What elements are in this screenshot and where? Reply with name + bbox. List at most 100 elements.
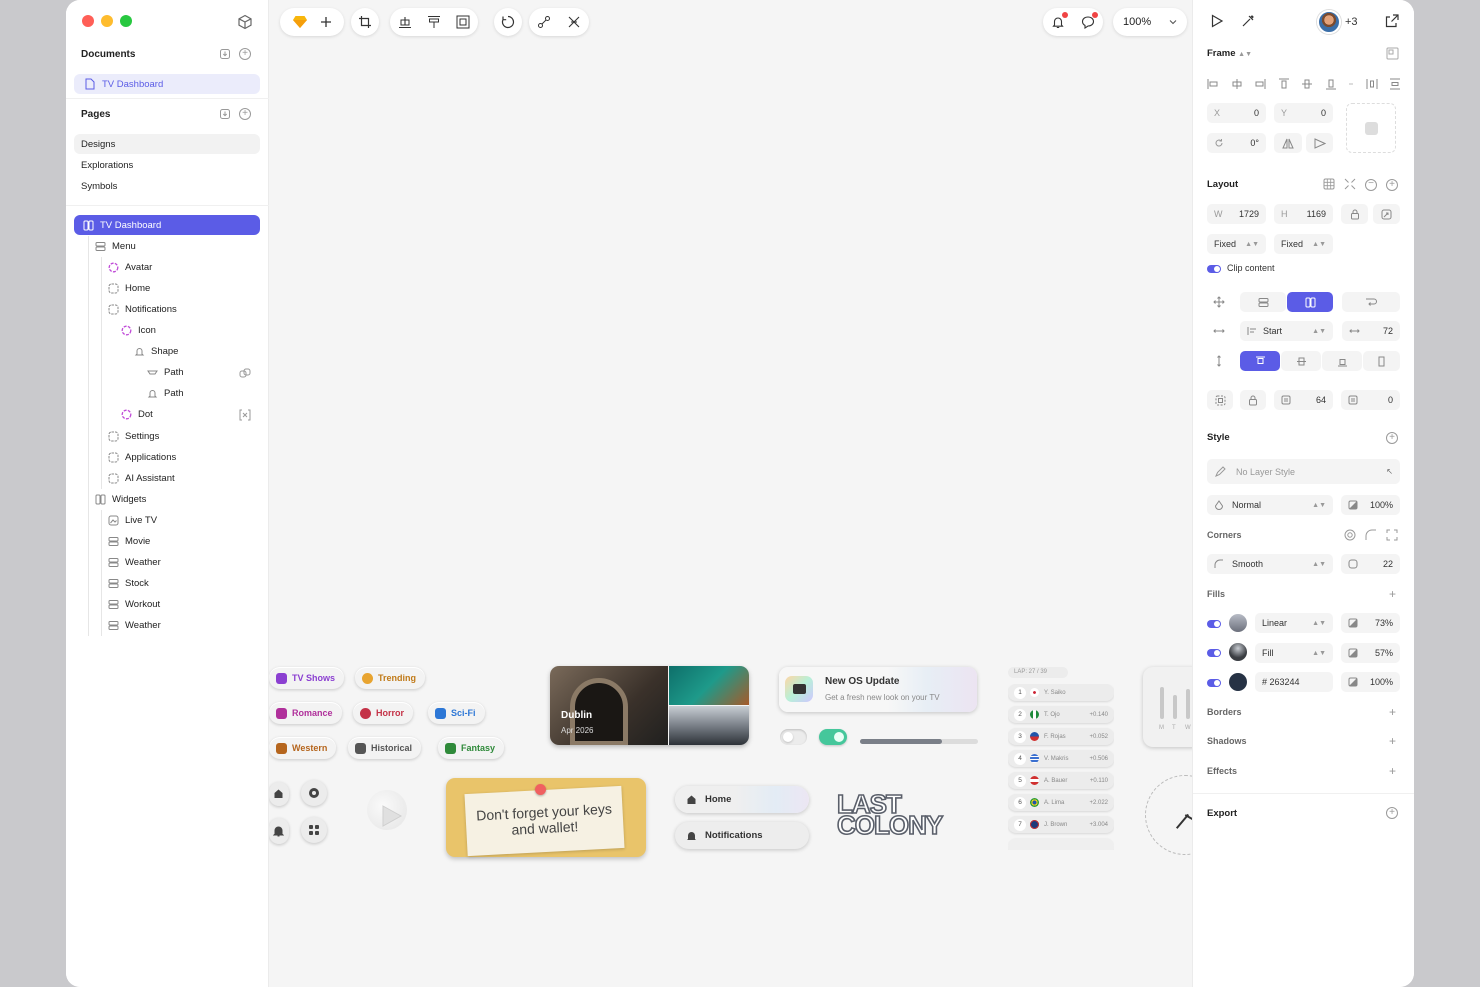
- chip-horror[interactable]: Horror: [353, 702, 414, 724]
- align-bottom-button[interactable]: [1322, 351, 1362, 371]
- layer-avatar[interactable]: Avatar: [107, 257, 152, 277]
- chip-western[interactable]: Western: [269, 737, 337, 759]
- menu-pill-home[interactable]: Home: [675, 786, 809, 813]
- import-icon[interactable]: [218, 107, 232, 121]
- add-style-button[interactable]: +: [1386, 432, 1398, 444]
- add-document-button[interactable]: +: [239, 48, 251, 60]
- avatar[interactable]: [1317, 10, 1341, 34]
- layer-notifications[interactable]: Notifications: [107, 299, 177, 319]
- fill-swatch[interactable]: [1229, 643, 1247, 661]
- direction-horizontal-button[interactable]: [1287, 292, 1333, 312]
- fill-toggle[interactable]: [1207, 679, 1221, 687]
- independent-corners-icon[interactable]: [1386, 529, 1398, 541]
- chip-historical[interactable]: Historical: [348, 737, 422, 759]
- layer-weather[interactable]: Weather: [107, 615, 161, 635]
- add-page-button[interactable]: +: [239, 108, 251, 120]
- add-layout-button[interactable]: +: [1386, 179, 1398, 191]
- stretch-button[interactable]: [1363, 351, 1400, 371]
- align-middle-icon[interactable]: [1301, 77, 1313, 91]
- align-center-h-icon[interactable]: [1231, 77, 1243, 91]
- layer-icon[interactable]: Icon: [120, 320, 156, 340]
- direction-vertical-button[interactable]: [1240, 292, 1286, 312]
- minimize-window-button[interactable]: [101, 15, 113, 27]
- layer-dot[interactable]: Dot: [120, 404, 153, 424]
- chip-tv-shows[interactable]: TV Shows: [269, 667, 345, 689]
- fill-opacity-field[interactable]: 100%: [1341, 672, 1400, 692]
- collaborators-count[interactable]: +3: [1345, 16, 1358, 28]
- chip-fantasy[interactable]: Fantasy: [438, 737, 505, 759]
- design-canvas[interactable]: 100% TV Shows Trending Romance Horror Sc…: [269, 0, 1192, 987]
- layer-widgets[interactable]: Widgets: [94, 489, 146, 509]
- flip-vertical-button[interactable]: [1306, 133, 1333, 153]
- align-left-icon[interactable]: [1207, 77, 1219, 91]
- resize-icon[interactable]: [1386, 47, 1399, 60]
- page-item-designs[interactable]: Designs: [74, 134, 260, 154]
- clip-content-toggle[interactable]: [1207, 265, 1221, 273]
- layer-stock[interactable]: Stock: [107, 573, 149, 593]
- layer-shape[interactable]: Shape: [133, 341, 178, 361]
- distribute-icon[interactable]: [427, 15, 441, 29]
- height-sizing-select[interactable]: Fixed ▲▼: [1274, 234, 1333, 254]
- opacity-field[interactable]: 100%: [1341, 495, 1400, 515]
- add-border-button[interactable]: +: [1389, 706, 1396, 718]
- frame-tool-icon[interactable]: [456, 15, 470, 29]
- layer-weather[interactable]: Weather: [107, 552, 161, 572]
- link-icon[interactable]: [238, 366, 252, 380]
- layer-ai-assistant[interactable]: AI Assistant: [107, 468, 175, 488]
- page-item-symbols[interactable]: Symbols: [74, 176, 260, 196]
- close-window-button[interactable]: [82, 15, 94, 27]
- zoom-window-button[interactable]: [120, 15, 132, 27]
- layer-workout[interactable]: Workout: [107, 594, 160, 614]
- fill-hex-field[interactable]: # 263244: [1255, 672, 1333, 692]
- chip-trending[interactable]: Trending: [355, 667, 425, 689]
- corner-radius-field[interactable]: 22: [1341, 554, 1400, 574]
- rotate-copies-button[interactable]: [494, 8, 522, 36]
- align-top-icon[interactable]: [1278, 77, 1290, 91]
- align-bottom-icon[interactable]: [398, 15, 412, 29]
- fill-swatch[interactable]: [1229, 614, 1247, 632]
- corner-style-select[interactable]: Smooth ▲▼: [1207, 554, 1333, 574]
- sticky-note-widget[interactable]: Don't forget your keys and wallet!: [446, 778, 646, 857]
- layer-path[interactable]: Path: [146, 362, 184, 382]
- layer-applications[interactable]: Applications: [107, 447, 176, 467]
- fit-content-button[interactable]: [1373, 204, 1400, 224]
- flip-horizontal-button[interactable]: [1274, 133, 1302, 153]
- volume-slider[interactable]: [860, 739, 978, 744]
- add-fill-button[interactable]: +: [1389, 588, 1396, 600]
- layer-movie[interactable]: Movie: [107, 531, 150, 551]
- corner-settings-icon[interactable]: [1344, 529, 1356, 541]
- layer-style-select[interactable]: No Layer Style ↖: [1207, 459, 1400, 484]
- alignment-select[interactable]: Start ▲▼: [1240, 321, 1333, 341]
- menu-pill-notifications[interactable]: Notifications: [675, 822, 809, 849]
- y-position-field[interactable]: Y0: [1274, 103, 1333, 123]
- frame-section-title[interactable]: Frame ▲▼: [1207, 48, 1252, 59]
- padding-vertical-field[interactable]: 0: [1341, 390, 1400, 410]
- document-item-tv-dashboard[interactable]: TV Dashboard: [74, 74, 260, 94]
- lock-ratio-button[interactable]: [1341, 204, 1368, 224]
- corner-radius-icon[interactable]: [1365, 529, 1377, 541]
- home-round-button[interactable]: [269, 782, 289, 806]
- padding-field[interactable]: 64: [1274, 390, 1333, 410]
- grid-icon[interactable]: [1323, 178, 1335, 190]
- travel-card[interactable]: Dublin Apr 2026: [550, 666, 749, 745]
- apps-round-button[interactable]: [301, 817, 327, 843]
- collapse-icon[interactable]: [1344, 178, 1356, 190]
- distribute-h-icon[interactable]: [1366, 77, 1378, 91]
- height-field[interactable]: H 1169: [1274, 204, 1333, 224]
- cube-icon[interactable]: [236, 13, 254, 31]
- add-effect-button[interactable]: +: [1389, 765, 1396, 777]
- distribute-v-icon[interactable]: [1389, 77, 1401, 91]
- share-icon[interactable]: [1384, 13, 1400, 29]
- layer-menu[interactable]: Menu: [94, 236, 136, 256]
- toggle-off[interactable]: [780, 729, 807, 745]
- os-update-notification[interactable]: New OS Update Get a fresh new look on yo…: [779, 667, 977, 712]
- remove-layout-button[interactable]: −: [1365, 179, 1377, 191]
- fill-type-select[interactable]: Fill ▲▼: [1255, 643, 1333, 663]
- align-bottom-icon[interactable]: [1325, 77, 1337, 91]
- bell-round-button[interactable]: [269, 818, 289, 844]
- add-export-button[interactable]: +: [1386, 807, 1398, 819]
- fill-toggle[interactable]: [1207, 649, 1221, 657]
- layer-home[interactable]: Home: [107, 278, 150, 298]
- fill-opacity-field[interactable]: 57%: [1341, 643, 1400, 663]
- layer-live-tv[interactable]: Live TV: [107, 510, 157, 530]
